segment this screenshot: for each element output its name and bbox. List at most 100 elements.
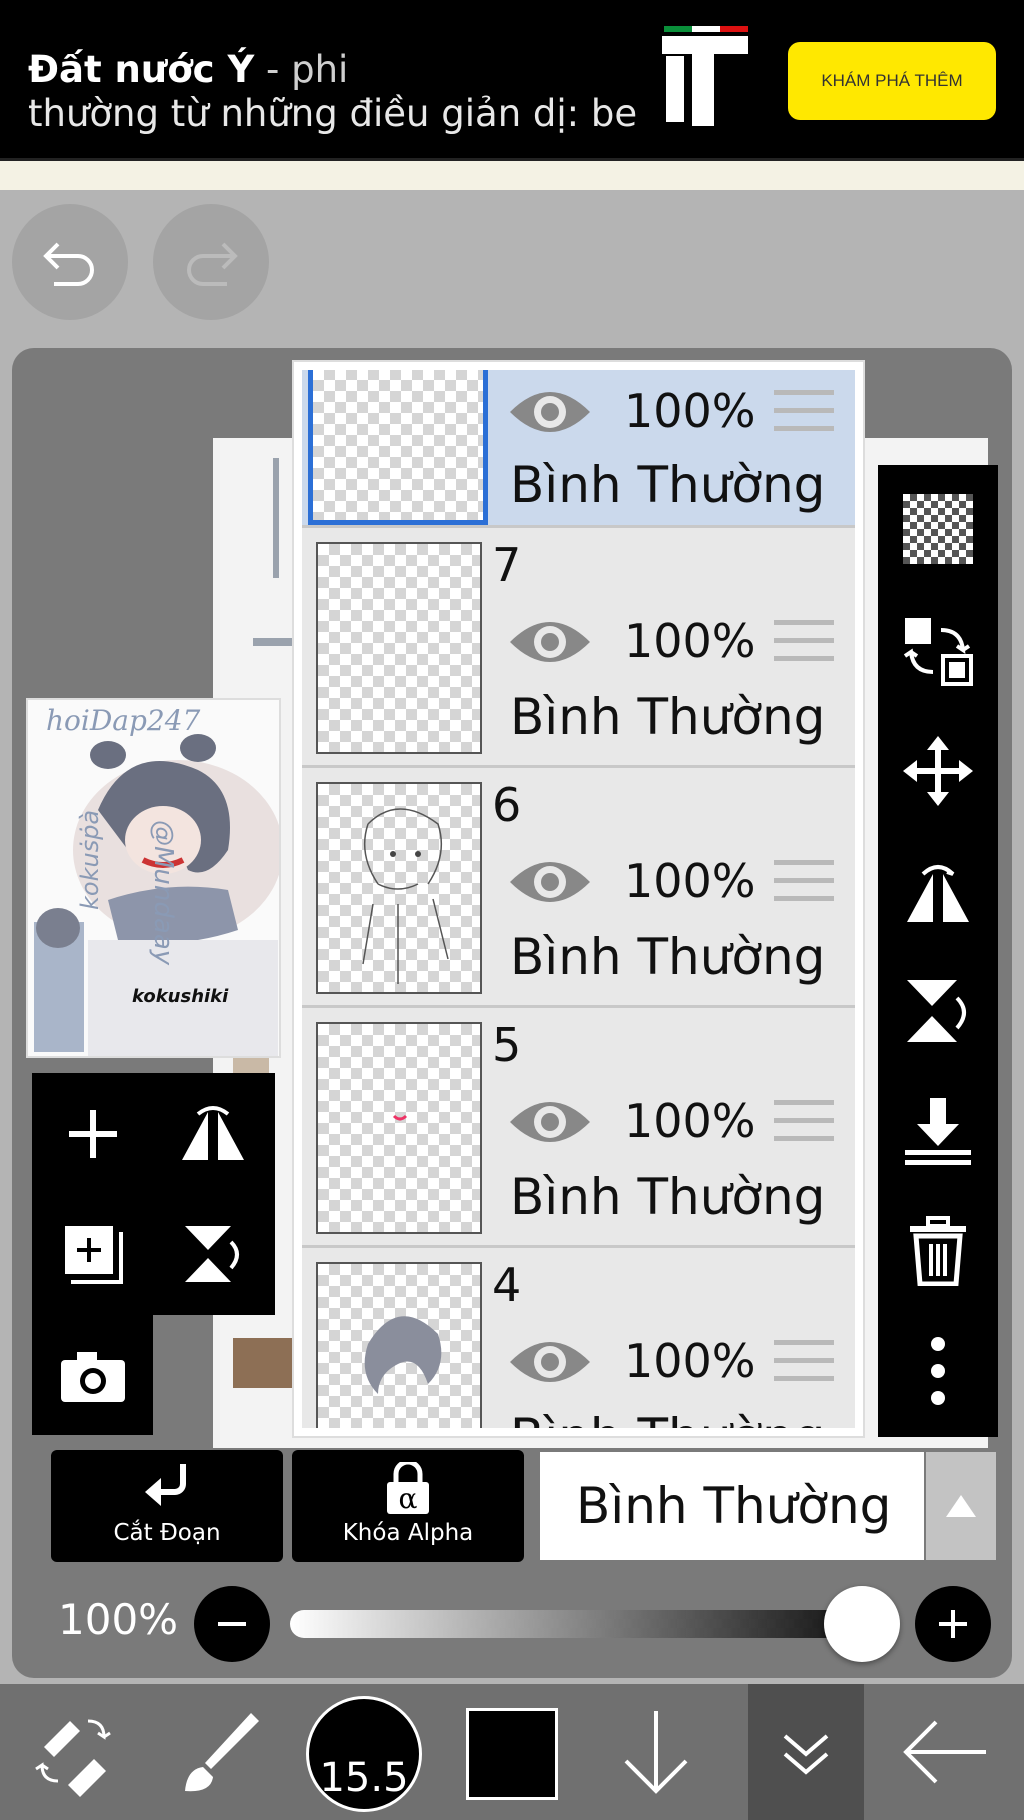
opacity-slider[interactable] — [290, 1610, 870, 1638]
undo-button[interactable] — [12, 204, 128, 320]
merge-down-icon — [905, 1098, 971, 1165]
flip-vertical-icon — [185, 1226, 239, 1282]
eye-icon[interactable] — [508, 614, 592, 670]
flip-horizontal-layer-button[interactable] — [896, 849, 980, 933]
drag-handle[interactable] — [774, 1100, 834, 1150]
layer-row-selected[interactable]: 100% Bình Thường — [302, 370, 855, 528]
flip-vertical-layer-button[interactable] — [896, 969, 980, 1053]
undo-icon — [43, 242, 94, 286]
brush-size-button[interactable]: 15.5 — [306, 1696, 422, 1812]
ad-cta-button[interactable]: KHÁM PHÁ THÊM — [788, 42, 996, 120]
triangle-up-icon — [946, 1495, 976, 1517]
layer-6-preview — [362, 808, 449, 984]
signature: kokushiki — [132, 986, 229, 1007]
color-swatch[interactable] — [466, 1708, 558, 1800]
flip-vertical-icon — [907, 980, 966, 1042]
layer-number: 5 — [492, 1018, 522, 1072]
eye-icon[interactable] — [508, 1094, 592, 1150]
camera-button[interactable] — [48, 1331, 138, 1421]
ad-subtitle: thường từ những điều giản dị: be — [28, 92, 638, 135]
layer-4-preview — [364, 1316, 442, 1394]
layer-thumbnail[interactable] — [316, 782, 482, 994]
opacity-slider-thumb[interactable] — [824, 1586, 900, 1662]
right-tool-panel — [878, 465, 998, 1437]
blend-mode-select[interactable]: Bình Thường — [540, 1452, 924, 1560]
canvas-thumbnail[interactable]: hoiDap247 @Mundaay kokuṡṗà kokushiki — [26, 698, 281, 1058]
left-tool-panel — [32, 1073, 275, 1315]
watermark-left: kokuṡṗà — [76, 809, 104, 910]
alpha-lock-button[interactable]: α Khóa Alpha — [292, 1450, 524, 1562]
trash-icon — [910, 1216, 966, 1286]
layer-thumbnail[interactable] — [316, 542, 482, 754]
ad-title: Đất nước Ý — [28, 48, 255, 91]
back-button[interactable] — [880, 1684, 1010, 1820]
move-layer-down-button[interactable] — [596, 1684, 716, 1820]
drag-handle[interactable] — [774, 390, 834, 440]
layer-thumbnail[interactable] — [316, 1262, 482, 1428]
layer-thumbnail[interactable] — [308, 370, 488, 525]
layer-opacity: 100% — [624, 854, 756, 908]
swap-icon — [903, 618, 973, 686]
more-vertical-icon — [931, 1337, 945, 1405]
layer-panel[interactable]: 100% Bình Thường 7 100% Bình Thường 6 10… — [294, 362, 863, 1436]
redo-icon — [187, 242, 238, 286]
layer-row-7[interactable]: 7 100% Bình Thường — [302, 528, 855, 768]
drag-handle[interactable] — [774, 620, 834, 670]
alpha-lock-label: Khóa Alpha — [342, 1520, 474, 1546]
ad-text: Đất nước Ý - phi thường từ những điều gi… — [28, 48, 637, 136]
duplicate-layer-button[interactable] — [48, 1209, 138, 1299]
merge-down-button[interactable] — [896, 1089, 980, 1173]
brush-tool-button[interactable] — [160, 1684, 280, 1820]
add-layer-button[interactable] — [48, 1089, 138, 1179]
brush-size-value: 15.5 — [319, 1755, 409, 1801]
plus-icon — [69, 1110, 117, 1158]
eye-icon[interactable] — [508, 384, 592, 440]
layer-thumbnail[interactable] — [316, 1022, 482, 1234]
eye-icon[interactable] — [508, 854, 592, 910]
layer-blend-mode: Bình Thường — [510, 456, 826, 514]
watermark-top: hoiDap247 — [46, 704, 201, 737]
ad-banner[interactable]: Đất nước Ý - phi thường từ những điều gi… — [0, 0, 1024, 158]
alpha-symbol: α — [399, 1482, 418, 1515]
swap-layers-button[interactable] — [896, 609, 980, 693]
transparency-button[interactable] — [896, 487, 980, 571]
brush-eraser-switch-button[interactable] — [14, 1684, 134, 1820]
layer-row-5[interactable]: 5 100% Bình Thường — [302, 1008, 855, 1248]
layer-opacity: 100% — [624, 1094, 756, 1148]
delete-layer-button[interactable] — [896, 1209, 980, 1293]
drag-handle[interactable] — [774, 1340, 834, 1390]
drag-handle[interactable] — [774, 860, 834, 910]
camera-icon — [61, 1352, 125, 1402]
layer-number: 6 — [492, 778, 522, 832]
layer-row-6[interactable]: 6 100% Bình Thường — [302, 768, 855, 1008]
layer-blend-mode: Bình Thường — [510, 1168, 826, 1226]
brush-eraser-switch-icon — [35, 1719, 111, 1797]
opacity-increase-button[interactable] — [915, 1586, 991, 1662]
double-chevron-down-icon — [783, 1734, 829, 1775]
layer-list[interactable]: 100% Bình Thường 7 100% Bình Thường 6 10… — [302, 370, 855, 1428]
layer-blend-mode: Bình Thường — [510, 688, 826, 746]
blend-mode-dropdown-button[interactable] — [926, 1452, 996, 1560]
layer-row-4[interactable]: 4 100% Bình Thường — [302, 1248, 855, 1428]
collapse-panel-button[interactable] — [748, 1684, 864, 1820]
clip-arrow-icon — [145, 1464, 186, 1506]
ad-strip — [0, 158, 1024, 190]
redo-button[interactable] — [153, 204, 269, 320]
move-button[interactable] — [896, 729, 980, 813]
layer-opacity: 100% — [624, 1334, 756, 1388]
add-copy-icon — [65, 1226, 123, 1284]
more-options-button[interactable] — [896, 1329, 980, 1413]
eye-icon[interactable] — [508, 1334, 592, 1390]
transparency-icon — [903, 494, 973, 564]
flip-vertical-button[interactable] — [168, 1209, 258, 1299]
layer-number: 4 — [492, 1258, 522, 1312]
ad-title-rest: - phi — [254, 48, 349, 91]
lock-icon: α — [387, 1462, 429, 1515]
layer-opacity: 100% — [624, 384, 756, 438]
ad-logo-icon — [662, 26, 748, 126]
opacity-decrease-button[interactable] — [194, 1586, 270, 1662]
arrow-down-icon — [624, 1711, 688, 1794]
clipping-button[interactable]: Cắt Đoạn — [51, 1450, 283, 1562]
clipping-label: Cắt Đoạn — [113, 1520, 221, 1546]
flip-horizontal-button[interactable] — [168, 1089, 258, 1179]
